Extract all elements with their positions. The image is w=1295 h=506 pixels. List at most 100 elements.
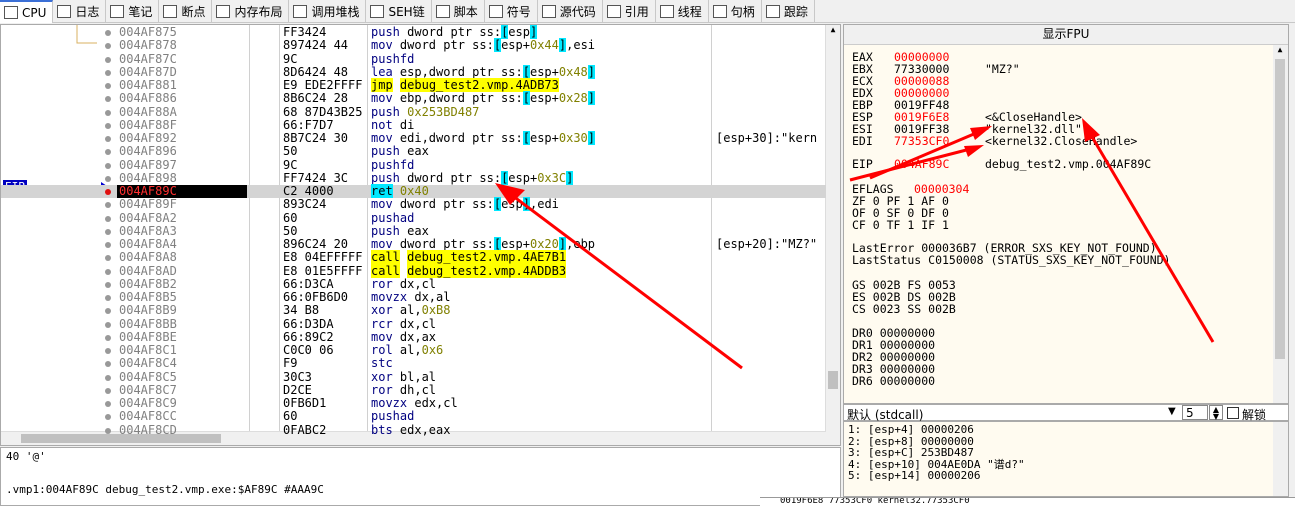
disasm-row[interactable]: 004AF87D 8D6424 48 lea esp,dword ptr ss:[e… xyxy=(1,64,826,79)
disasm-row[interactable]: 004AF8A4 896C24 20 mov dword ptr ss:[esp+0… xyxy=(1,237,826,251)
tab-threads[interactable]: 线程 xyxy=(656,0,709,23)
breakpoint-dot-icon[interactable] xyxy=(105,255,111,262)
breakpoint-dot-icon[interactable] xyxy=(105,387,111,394)
call-argument-row[interactable]: 5: [esp+14] 00000206 xyxy=(848,470,980,481)
breakpoint-dot-icon[interactable] xyxy=(105,361,111,368)
disasm-row[interactable]: 004AF8C4 F9 stc xyxy=(1,357,826,370)
breakpoint-dot-icon[interactable] xyxy=(105,268,111,275)
breakpoint-dot-icon[interactable] xyxy=(105,215,111,222)
tab-source[interactable]: 源代码 xyxy=(538,0,603,23)
call-argument-row[interactable]: 1: [esp+4] 00000206 xyxy=(848,424,974,435)
disasm-row[interactable]: 004AF898 FF7424 3C push dword ptr ss:[esp+… xyxy=(1,170,826,185)
call-argument-row[interactable]: 4: [esp+10] 004AE0DA "谱d?" xyxy=(848,459,1025,470)
arguments-scrollbar[interactable] xyxy=(1273,422,1288,496)
tab-breakpoint[interactable]: 断点 xyxy=(159,0,213,23)
breakpoint-dot-icon[interactable] xyxy=(105,202,111,209)
breakpoint-dot-icon[interactable] xyxy=(105,281,111,288)
breakpoint-dot-icon[interactable] xyxy=(105,122,111,129)
disasm-row[interactable]: 004AF89C C2 4000 ret 0x40 xyxy=(1,184,826,199)
disasm-row[interactable]: 004AF88A 68 87D43B25 push 0x253BD487 xyxy=(1,105,826,119)
breakpoint-dot-icon[interactable] xyxy=(105,149,111,156)
tab-symbols[interactable]: 符号 xyxy=(485,0,538,23)
show-fpu-button[interactable]: 显示FPU xyxy=(844,25,1288,45)
disasm-row[interactable]: 004AF8BB 66:D3DA rcr dx,cl xyxy=(1,316,826,331)
disasm-row[interactable]: 004AF88F 66:F7D7 not di xyxy=(1,118,826,132)
disasm-row[interactable]: 004AF892 8B7C24 30 mov edi,dword ptr ss:[e… xyxy=(1,131,826,145)
disasm-row[interactable]: 004AF8B5 66:0FB6D0 movzx dx,al xyxy=(1,291,826,304)
unlock-checkbox[interactable] xyxy=(1227,407,1239,419)
breakpoint-dot-icon[interactable] xyxy=(105,334,111,341)
breakpoint-dot-icon[interactable] xyxy=(105,162,111,169)
disasm-address: 004AF892 xyxy=(119,131,177,145)
breakpoint-dot-icon[interactable] xyxy=(105,136,111,142)
breakpoint-dot-icon[interactable] xyxy=(105,321,111,328)
breakpoint-dot-icon[interactable] xyxy=(105,401,111,407)
breakpoint-dot-icon[interactable] xyxy=(105,242,111,248)
disasm-row[interactable]: 004AF897 9C pushfd xyxy=(1,158,826,172)
disasm-address: 004AF8BB xyxy=(119,316,177,331)
disasm-row[interactable]: 004AF8A8 E8 04EFFFFF call debug_test2.vmp.… xyxy=(1,250,826,265)
disasm-row[interactable]: 004AF8CC 60 pushad xyxy=(1,410,826,423)
disasm-row[interactable]: 004AF8B9 34 B8 xor al,0xB8 xyxy=(1,304,826,317)
breakpoint-dot-icon[interactable] xyxy=(105,308,111,315)
disasm-row[interactable]: 004AF8C7 D2CE ror dh,cl xyxy=(1,383,826,397)
breakpoint-dot-icon[interactable] xyxy=(105,96,111,103)
breakpoint-dot-icon[interactable] xyxy=(105,414,111,421)
disasm-row[interactable]: 004AF8B2 66:D3CA ror dx,cl xyxy=(1,277,826,291)
disasm-vertical-scrollbar[interactable]: ▲ xyxy=(825,25,840,445)
tab-call-stack[interactable]: 调用堆栈 xyxy=(289,0,367,23)
disasm-row[interactable]: 004AF878 897424 44 mov dword ptr ss:[esp+0… xyxy=(1,38,826,53)
disasm-row[interactable]: 004AF8C1 C0C0 06 rol al,0x6 xyxy=(1,344,826,357)
disasm-row[interactable]: 004AF8A2 60 pushad xyxy=(1,211,826,225)
disasm-row[interactable]: 004AF8C9 0FB6D1 movzx edx,cl xyxy=(1,397,826,410)
breakpoint-dot-icon[interactable] xyxy=(105,83,111,89)
breakpoint-dot-icon[interactable] xyxy=(105,348,111,354)
breakpoint-dot-icon[interactable] xyxy=(105,69,111,76)
tab-handles[interactable]: 句柄 xyxy=(709,0,762,23)
breakpoint-dot-icon[interactable] xyxy=(105,189,111,195)
disasm-row[interactable]: 004AF8AD E8 01E5FFFF call debug_test2.vmp.… xyxy=(1,263,826,278)
disasm-row[interactable]: 004AF8C5 30C3 xor bl,al xyxy=(1,370,826,384)
disasm-row[interactable]: 004AF896 50 push eax xyxy=(1,145,826,158)
disasm-row[interactable]: 004AF886 8B6C24 28 mov ebp,dword ptr ss:[e… xyxy=(1,91,826,106)
breakpoint-dot-icon[interactable] xyxy=(105,228,111,235)
breakpoint-dot-icon[interactable] xyxy=(105,374,111,381)
tab-trace[interactable]: 跟踪 xyxy=(762,0,815,23)
tab-script[interactable]: 脚本 xyxy=(432,0,485,23)
tab-seh-chain[interactable]: SEH链 xyxy=(366,0,432,23)
breakpoint-dot-icon[interactable] xyxy=(105,30,111,36)
breakpoint-dot-icon[interactable] xyxy=(105,295,111,301)
registers-scrollbar[interactable]: ▲ xyxy=(1273,45,1288,403)
breakpoint-dot-icon[interactable] xyxy=(105,427,111,434)
tab-log[interactable]: 日志 xyxy=(53,0,107,23)
chevron-down-icon[interactable]: ▼ xyxy=(1168,406,1176,417)
disasm-row[interactable]: 004AF875 FF3424 push dword ptr ss:[esp] xyxy=(1,25,826,39)
disasm-row[interactable]: 004AF8CD 0FABC2 bts edx,eax xyxy=(1,422,826,437)
disasm-bytes: 0FABC2 xyxy=(283,422,327,437)
call-stack-icon xyxy=(293,5,308,18)
tab-references[interactable]: 引用 xyxy=(603,0,656,23)
mnemonic: ret xyxy=(371,184,393,198)
call-arguments-panel[interactable]: 1: [esp+4] 00000206 2: [esp+8] 00000000 3:… xyxy=(843,421,1289,497)
breakpoint-dot-icon[interactable] xyxy=(105,43,111,50)
mnemonic: push xyxy=(371,25,400,39)
registers-panel[interactable]: 显示FPU ▲ EAX 00000000 EBX 77330000 "MZ?" ECX 00… xyxy=(843,24,1289,404)
tab-notes[interactable]: 笔记 xyxy=(106,0,160,23)
disassembly-view[interactable]: EIP ▲ 004AF875FF3424push dword ptr ss:[e… xyxy=(0,24,841,446)
disasm-row[interactable]: 004AF89F 893C24 mov dword ptr ss:[esp],edi xyxy=(1,197,826,212)
arg-count-spinner[interactable]: ▲ ▼ xyxy=(1209,405,1223,421)
tab-memory-map[interactable]: 内存布局 xyxy=(212,0,290,23)
disasm-row[interactable]: 004AF8BE 66:89C2 mov dx,ax xyxy=(1,330,826,344)
arg-count-input[interactable]: 5 xyxy=(1182,405,1208,420)
tab-cpu[interactable]: CPU xyxy=(0,0,54,23)
call-argument-row[interactable]: 2: [esp+8] 00000000 xyxy=(848,436,974,447)
disasm-row[interactable]: 004AF8A3 50 push eax xyxy=(1,224,826,238)
disasm-row[interactable]: 004AF881 E9 EDE2FFFF jmp debug_test2.vmp.4… xyxy=(1,78,826,92)
breakpoint-dot-icon[interactable] xyxy=(105,175,111,182)
tab-label: 脚本 xyxy=(453,5,478,19)
breakpoint-dot-icon[interactable] xyxy=(105,109,111,116)
disasm-row[interactable]: 004AF87C 9C pushfd xyxy=(1,52,826,66)
breakpoint-dot-icon[interactable] xyxy=(105,56,111,63)
disasm-bytes: 60 xyxy=(283,409,298,424)
call-argument-row[interactable]: 3: [esp+C] 253BD487 xyxy=(848,447,974,458)
